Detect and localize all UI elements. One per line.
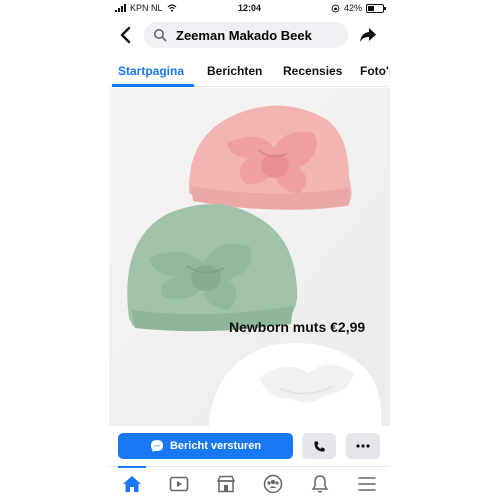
call-button[interactable] [302, 433, 336, 459]
nav-notifications[interactable] [309, 473, 331, 495]
menu-icon [358, 477, 376, 491]
nav-home[interactable] [121, 473, 143, 495]
nav-video[interactable] [168, 473, 190, 495]
search-icon [154, 29, 167, 42]
home-icon [123, 476, 141, 492]
page-title: Zeeman Makado Beek [176, 27, 312, 43]
nav-marketplace[interactable] [215, 473, 237, 495]
baby-hats-image [109, 88, 390, 426]
status-right: 42% [331, 3, 386, 13]
back-arrow-icon[interactable] [117, 25, 135, 45]
tab-recensies[interactable]: Recensies [283, 64, 342, 78]
page-header: Zeeman Makado Beek [109, 17, 390, 53]
tab-startpagina[interactable]: Startpagina [118, 64, 184, 78]
action-bar: Bericht versturen [109, 428, 390, 464]
more-icon [356, 444, 370, 448]
messenger-icon [150, 440, 163, 452]
post-caption: Newborn muts €2,99 [229, 319, 366, 335]
nav-groups[interactable] [262, 473, 284, 495]
active-nav-indicator [118, 466, 146, 468]
share-icon[interactable] [358, 25, 378, 45]
page-tabs: Startpagina Berichten Recensies Foto's [109, 56, 390, 87]
phone-icon [313, 440, 325, 452]
active-tab-indicator [112, 84, 194, 87]
marketplace-icon [216, 475, 236, 493]
tab-berichten[interactable]: Berichten [207, 64, 262, 78]
status-bar: KPN NL 12:04 42% [109, 0, 390, 16]
post-photo[interactable]: Newborn muts €2,99 [109, 88, 390, 426]
phone-screen: KPN NL 12:04 42% Zeeman Makado Beek Star… [109, 0, 390, 500]
bell-icon [311, 475, 329, 493]
more-options-button[interactable] [346, 433, 380, 459]
video-icon [169, 476, 189, 492]
tab-fotos[interactable]: Foto's [360, 64, 390, 78]
rotation-lock-icon [331, 4, 340, 12]
nav-menu[interactable] [356, 473, 378, 495]
search-bar[interactable]: Zeeman Makado Beek [144, 22, 348, 48]
battery-percent: 42% [343, 3, 362, 13]
battery-icon [366, 3, 386, 13]
send-message-button[interactable]: Bericht versturen [118, 433, 293, 459]
groups-icon [263, 474, 283, 494]
bottom-navigation [109, 466, 390, 500]
send-message-label: Bericht versturen [169, 440, 262, 452]
